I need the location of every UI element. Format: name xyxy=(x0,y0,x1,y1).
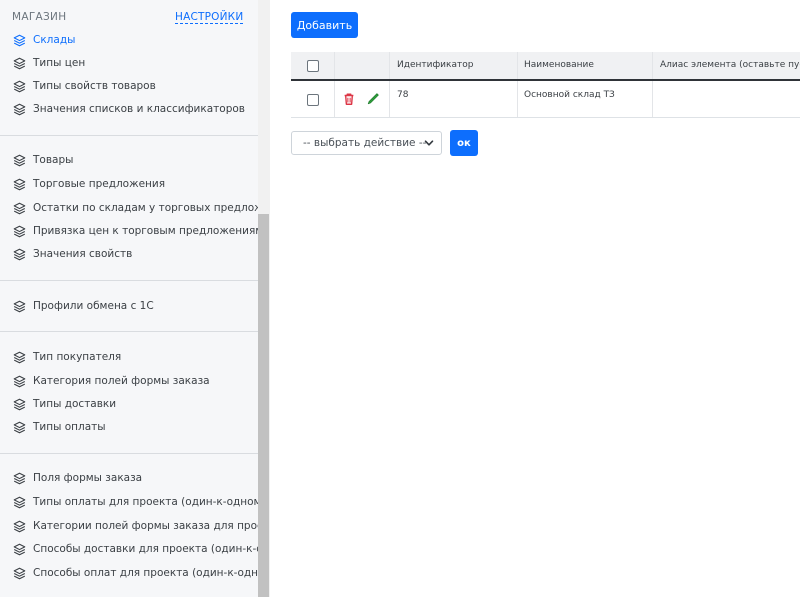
sidebar-item-label: Значения списков и классификаторов xyxy=(33,103,245,115)
layers-icon xyxy=(13,80,26,93)
trash-icon[interactable] xyxy=(342,92,356,106)
sidebar-item-label: Типы доставки xyxy=(33,398,117,410)
sidebar-item-label: Типы цен xyxy=(33,57,86,69)
pencil-icon[interactable] xyxy=(366,92,380,106)
sidebar-item-label: Остатки по складам у торговых предложени… xyxy=(33,202,258,214)
bulk-action-value: -- выбрать действие -- xyxy=(303,137,427,149)
sidebar-item-label: Типы оплаты xyxy=(33,421,106,433)
sidebar-item-project-payment-methods[interactable]: Способы оплат для проекта (один-к-одному… xyxy=(13,564,258,582)
layers-icon xyxy=(13,178,26,191)
table-row: 78 Основной склад ТЗ xyxy=(291,81,800,118)
sidebar-item-offers[interactable]: Торговые предложения xyxy=(13,175,165,193)
sidebar-item-order-fields[interactable]: Поля формы заказа xyxy=(13,469,142,487)
table-header: Идентификатор Наименование Алиас элемент… xyxy=(291,52,800,81)
sidebar-header: МАГАЗИН НАСТРОЙКИ xyxy=(12,11,244,25)
column-header-id[interactable]: Идентификатор xyxy=(397,60,473,70)
divider xyxy=(0,280,258,281)
column-separator xyxy=(334,52,335,79)
layers-icon xyxy=(13,248,26,261)
layers-icon xyxy=(13,520,26,533)
layers-icon xyxy=(13,202,26,215)
sidebar-item-project-field-categories[interactable]: Категории полей формы заказа для проекта… xyxy=(13,517,258,535)
sidebar-item-label: Типы свойств товаров xyxy=(33,80,156,92)
column-separator xyxy=(652,81,653,117)
layers-icon xyxy=(13,543,26,556)
layers-icon xyxy=(13,567,26,580)
sidebar-item-list-values[interactable]: Значения списков и классификаторов xyxy=(13,100,245,118)
sidebar: МАГАЗИН НАСТРОЙКИ Склады Типы цен Типы с… xyxy=(0,0,258,597)
column-separator xyxy=(517,52,518,79)
column-header-name[interactable]: Наименование xyxy=(524,60,594,70)
section-title: МАГАЗИН xyxy=(12,11,67,23)
sidebar-item-label: Поля формы заказа xyxy=(33,472,143,484)
select-all-checkbox[interactable] xyxy=(307,60,319,72)
row-checkbox[interactable] xyxy=(307,94,319,106)
sidebar-item-project-delivery-methods[interactable]: Способы доставки для проекта (один-к-одн… xyxy=(13,540,258,558)
add-button[interactable]: Добавить xyxy=(291,12,358,38)
layers-icon xyxy=(13,57,26,70)
sidebar-item-products[interactable]: Товары xyxy=(13,151,73,169)
sidebar-item-price-binding[interactable]: Привязка цен к торговым предложениям xyxy=(13,222,258,240)
settings-link[interactable]: НАСТРОЙКИ xyxy=(175,11,244,24)
sidebar-item-customer-type[interactable]: Тип покупателя xyxy=(13,348,121,366)
layers-icon xyxy=(13,351,26,364)
layers-icon xyxy=(13,421,26,434)
sidebar-item-exchange-1c[interactable]: Профили обмена с 1С xyxy=(13,297,154,315)
cell-name: Основной склад ТЗ xyxy=(524,90,615,100)
layers-icon xyxy=(13,103,26,116)
sidebar-item-delivery-types[interactable]: Типы доставки xyxy=(13,395,116,413)
sidebar-item-property-values[interactable]: Значения свойств xyxy=(13,245,132,263)
sidebar-item-order-field-category[interactable]: Категория полей формы заказа xyxy=(13,372,210,390)
layers-icon xyxy=(13,375,26,388)
sidebar-item-label: Способы доставки для проекта (один-к-одн… xyxy=(33,543,258,555)
sidebar-item-warehouses[interactable]: Склады xyxy=(13,31,75,49)
layers-icon xyxy=(13,398,26,411)
column-separator xyxy=(389,52,390,79)
ok-button[interactable]: ок xyxy=(450,130,478,156)
divider xyxy=(0,135,258,136)
sidebar-item-stock-by-warehouse[interactable]: Остатки по складам у торговых предложени… xyxy=(13,199,258,217)
column-header-alias[interactable]: Алиас элемента (оставьте пустым) xyxy=(660,60,800,70)
data-table: Идентификатор Наименование Алиас элемент… xyxy=(291,52,800,118)
sidebar-item-project-payment-types[interactable]: Типы оплаты для проекта (один-к-одному) xyxy=(13,493,258,511)
column-separator xyxy=(517,81,518,117)
layers-icon xyxy=(13,225,26,238)
sidebar-item-label: Типы оплаты для проекта (один-к-одному) xyxy=(33,496,258,508)
sidebar-item-label: Профили обмена с 1С xyxy=(33,300,154,312)
column-separator xyxy=(652,52,653,79)
sidebar-item-label: Товары xyxy=(33,154,74,166)
divider xyxy=(0,453,258,454)
sidebar-item-label: Категории полей формы заказа для проекта… xyxy=(33,520,258,532)
column-separator xyxy=(389,81,390,117)
cell-id: 78 xyxy=(397,90,409,100)
sidebar-item-label: Значения свойств xyxy=(33,248,133,260)
layers-icon xyxy=(13,496,26,509)
sidebar-item-label: Способы оплат для проекта (один-к-одному… xyxy=(33,567,258,579)
sidebar-item-property-types[interactable]: Типы свойств товаров xyxy=(13,77,156,95)
sidebar-item-label: Торговые предложения xyxy=(33,178,166,190)
bulk-action-select[interactable]: -- выбрать действие -- xyxy=(291,131,442,155)
layers-icon xyxy=(13,154,26,167)
layers-icon xyxy=(13,300,26,313)
sidebar-item-label: Склады xyxy=(33,34,76,46)
main-content: Добавить Идентификатор Наименование Алиа… xyxy=(270,0,800,597)
sidebar-item-label: Категория полей формы заказа xyxy=(33,375,210,387)
sidebar-item-price-types[interactable]: Типы цен xyxy=(13,54,85,72)
sidebar-item-payment-types[interactable]: Типы оплаты xyxy=(13,418,106,436)
layers-icon xyxy=(13,472,26,485)
sidebar-item-label: Тип покупателя xyxy=(33,351,122,363)
sidebar-item-label: Привязка цен к торговым предложениям xyxy=(33,225,258,237)
layers-icon xyxy=(13,34,26,47)
chevron-down-icon xyxy=(424,138,434,148)
column-separator xyxy=(334,81,335,117)
sidebar-scrollbar-thumb[interactable] xyxy=(258,214,269,597)
divider xyxy=(0,331,258,332)
